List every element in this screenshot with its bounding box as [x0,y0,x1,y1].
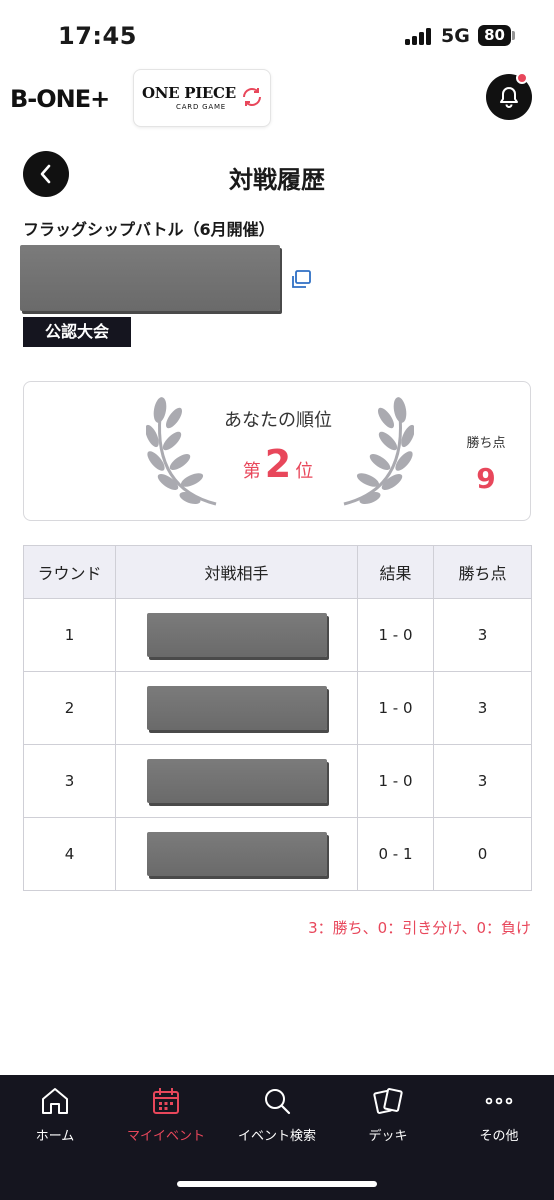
opponent-cell [115,744,358,818]
table-row: 4 0 - 1 0 [23,817,532,891]
rank-number: 2 [264,442,292,486]
network-label: 5G [441,25,470,47]
points-value: 9 [476,462,496,495]
battery-tip [512,31,515,40]
notification-dot [516,72,528,84]
result-cell: 1 - 0 [357,671,434,745]
laurel-right-icon [343,397,414,506]
points-legend: 3：勝ち、0：引き分け、0：負け [308,919,531,937]
column-header-points: 勝ち点 [433,545,532,599]
rank-label: あなたの順位 [224,410,332,431]
round-cell: 3 [23,744,116,818]
redacted-block [20,245,280,311]
nav-item-deck[interactable]: デッキ [333,1085,443,1144]
status-time: 17:45 [58,22,137,50]
nav-item-home[interactable]: ホーム [0,1085,110,1144]
table-row: 2 1 - 0 3 [23,671,532,745]
column-header-result: 結果 [357,545,434,599]
points-cell: 3 [433,598,532,672]
nav-label: マイイベント [126,1129,205,1144]
result-cell: 0 - 1 [357,817,434,891]
game-logo[interactable]: ONE PIECE CARD GAME [133,69,271,127]
cards-icon [373,1088,403,1114]
opponent-cell [115,817,358,891]
redacted-block [146,759,327,803]
home-indicator [177,1181,377,1187]
column-header-round: ラウンド [23,545,116,599]
round-cell: 2 [23,671,116,745]
game-logo-title: ONE PIECE [142,84,236,102]
points-label: 勝ち点 [466,436,506,451]
rank-card: あなたの順位 第2位 勝ち点 9 [23,381,531,521]
status-bar: 17:45 5G 80 [0,0,554,70]
search-icon [265,1089,291,1115]
table-row: 1 1 - 0 3 [23,598,532,672]
event-name: フラッグシップバトル（6月開催） [23,220,275,239]
home-icon [42,1088,68,1114]
points-cell: 3 [433,744,532,818]
battery-icon: 80 [478,25,511,46]
opponent-cell [115,671,358,745]
redacted-block [146,613,327,657]
copy-icon[interactable] [290,270,312,290]
calendar-icon [153,1088,179,1114]
official-event-badge: 公認大会 [23,317,131,347]
round-cell: 1 [23,598,116,672]
page-title: 対戦履歴 [229,166,325,194]
points-cell: 0 [433,817,532,891]
redacted-block [146,686,327,730]
nav-item-event-search[interactable]: イベント検索 [222,1085,332,1144]
opponent-cell [115,598,358,672]
nav-label: その他 [479,1129,519,1144]
rank-suffix: 位 [295,461,314,482]
column-header-opponent: 対戦相手 [115,545,358,599]
nav-item-more[interactable]: その他 [444,1085,554,1144]
switch-game-icon [243,88,261,106]
nav-label: デッキ [368,1129,408,1144]
rank-prefix: 第 [242,461,261,482]
redacted-block [146,832,327,876]
bell-icon [500,87,518,108]
game-logo-subtitle: CARD GAME [176,103,227,111]
nav-label: イベント検索 [237,1129,316,1144]
table-row: 3 1 - 0 3 [23,744,532,818]
signal-icon [405,28,433,45]
result-cell: 1 - 0 [357,744,434,818]
more-icon [485,1097,513,1105]
rank-display: 第2位 [209,442,347,486]
round-cell: 4 [23,817,116,891]
table-header-row: ラウンド 対戦相手 結果 勝ち点 [23,545,532,599]
result-cell: 1 - 0 [357,598,434,672]
points-cell: 3 [433,671,532,745]
results-table: ラウンド 対戦相手 結果 勝ち点 1 1 - 0 3 2 1 - 0 3 3 1… [23,545,532,891]
nav-item-my-events[interactable]: マイイベント [111,1085,221,1144]
nav-label: ホーム [35,1129,75,1144]
brand-logo[interactable]: B-ONE+ [10,84,110,114]
